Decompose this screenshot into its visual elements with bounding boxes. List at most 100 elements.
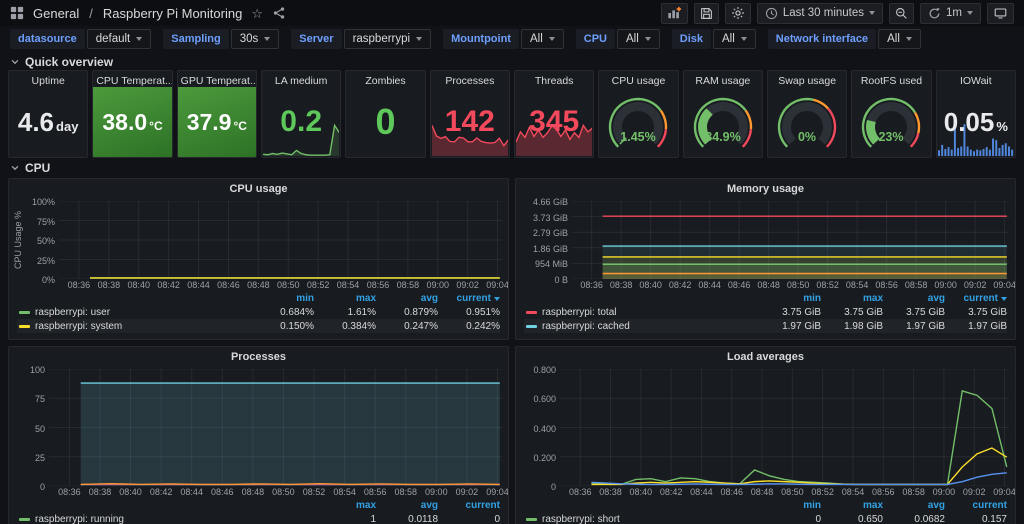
legend-stat-value: 3.75 GiB — [883, 307, 945, 318]
legend-stat-value: 0.951% — [438, 307, 500, 318]
legend-stat-value: 1.97 GiB — [945, 321, 1007, 332]
legend-column-header[interactable]: max — [821, 500, 883, 511]
variable-network-interface: Network interfaceAll — [768, 29, 921, 49]
legend-column-header[interactable]: min — [759, 293, 821, 304]
legend-series-name[interactable]: raspberrypi: system — [35, 321, 252, 332]
x-axis-tick: 08:50 — [277, 280, 300, 290]
stat-panel-title[interactable]: Processes — [431, 71, 509, 87]
variable-value-dropdown[interactable]: default — [87, 29, 152, 49]
y-axis-tick: 0 — [40, 482, 45, 492]
legend-column-header[interactable]: current — [945, 293, 1007, 304]
stat-panel-title[interactable]: Uptime — [9, 71, 87, 87]
stat-panel-title[interactable]: RootFS used — [852, 71, 930, 87]
section-title: CPU — [25, 161, 50, 175]
legend-column-header[interactable]: current — [438, 293, 500, 304]
legend-column-header[interactable]: avg — [883, 293, 945, 304]
star-dashboard-icon[interactable]: ☆ — [251, 7, 263, 20]
tv-kiosk-button[interactable] — [987, 3, 1014, 24]
stat-panel-title[interactable]: Zombies — [346, 71, 424, 87]
x-axis-tick: 08:36 — [569, 487, 592, 497]
variable-label: Server — [291, 29, 341, 49]
stat-panel-title[interactable]: CPU usage — [599, 71, 677, 87]
legend-series-name[interactable]: raspberrypi: short — [542, 514, 759, 524]
stat-panel-title[interactable]: CPU Temperat... — [93, 71, 171, 87]
refresh-picker[interactable]: 1m — [920, 3, 981, 24]
time-range-picker[interactable]: Last 30 minutes — [757, 3, 883, 24]
legend-series-name[interactable]: raspberrypi: total — [542, 307, 759, 318]
variable-value-dropdown[interactable]: All — [617, 29, 660, 49]
panel-title[interactable]: Load averages — [516, 347, 1015, 367]
legend-stat-value: 0.0118 — [376, 514, 438, 524]
section-header-cpu[interactable]: CPU — [0, 158, 1024, 176]
panel-title[interactable]: Processes — [9, 347, 508, 367]
grafana-dashboard: General / Raspberry Pi Monitoring ☆ — [0, 0, 1024, 524]
variable-value-dropdown[interactable]: All — [713, 29, 756, 49]
variable-value-dropdown[interactable]: All — [521, 29, 564, 49]
panel-title[interactable]: Memory usage — [516, 179, 1015, 199]
legend-column-header[interactable]: current — [945, 500, 1007, 511]
stat-panel-title[interactable]: GPU Temperat... — [178, 71, 256, 87]
legend-series-name[interactable]: raspberrypi: cached — [542, 321, 759, 332]
stat-panel-title[interactable]: Swap usage — [768, 71, 846, 87]
y-axis-tick: 0.600 — [533, 394, 556, 404]
zoom-out-button[interactable] — [889, 3, 914, 24]
refresh-icon[interactable] — [928, 7, 941, 20]
legend-column-header[interactable]: avg — [376, 293, 438, 304]
y-axis-tick: 75% — [37, 217, 55, 227]
charts-grid: CPU usageCPU Usage %100%75%50%25%0%08:36… — [8, 178, 1016, 524]
save-dashboard-button[interactable] — [694, 3, 719, 24]
stat-unit: °C — [149, 120, 162, 132]
legend-column-header[interactable]: max — [821, 293, 883, 304]
plot-area[interactable] — [560, 369, 1009, 486]
plot-area[interactable] — [572, 201, 1009, 279]
legend-stat-value: 0.242% — [438, 321, 500, 332]
svg-text:0%: 0% — [798, 130, 816, 144]
stat-panel-title[interactable]: LA medium — [262, 71, 340, 87]
legend-column-header[interactable]: max — [314, 500, 376, 511]
legend-column-header[interactable]: avg — [883, 500, 945, 511]
section-header-quick-overview[interactable]: Quick overview — [0, 52, 1024, 70]
legend-stat-value: 0 — [438, 514, 500, 524]
stat-panel-title[interactable]: Threads — [515, 71, 593, 87]
variable-value-dropdown[interactable]: All — [878, 29, 921, 49]
legend-column-header[interactable]: max — [314, 293, 376, 304]
series-color-swatch[interactable] — [19, 311, 30, 314]
legend-column-header[interactable]: min — [252, 293, 314, 304]
series-color-swatch[interactable] — [19, 325, 30, 328]
series-color-swatch[interactable] — [526, 518, 537, 521]
x-axis-tick: 08:54 — [333, 487, 356, 497]
series-color-swatch[interactable] — [19, 518, 30, 521]
series-color-swatch[interactable] — [526, 325, 537, 328]
x-axis-tick: 08:44 — [698, 280, 721, 290]
stat-panel-title[interactable]: IOWait — [937, 71, 1015, 87]
add-panel-button[interactable] — [661, 3, 688, 24]
legend-series-name[interactable]: raspberrypi: running — [35, 514, 314, 524]
legend-column-header[interactable]: current — [438, 500, 500, 511]
legend-series-name[interactable]: raspberrypi: user — [35, 307, 252, 318]
x-axis-tick: 09:04 — [993, 487, 1016, 497]
refresh-interval-value[interactable]: 1m — [946, 7, 962, 19]
series-color-swatch[interactable] — [526, 311, 537, 314]
variable-value-dropdown[interactable]: 30s — [231, 29, 280, 49]
variable-value-text: All — [722, 33, 735, 45]
dashboard-settings-button[interactable] — [725, 3, 751, 24]
share-dashboard-icon[interactable] — [272, 6, 286, 20]
y-axis-tick: 3.73 GiB — [533, 213, 568, 223]
breadcrumb-section[interactable]: General — [33, 6, 79, 21]
template-variables-bar: datasourcedefaultSampling30sServerraspbe… — [0, 26, 1024, 52]
x-axis-tick: 08:58 — [397, 280, 420, 290]
plot-area[interactable] — [59, 201, 502, 279]
plot-area[interactable] — [49, 369, 502, 486]
breadcrumb-title[interactable]: Raspberry Pi Monitoring — [103, 6, 242, 21]
variable-value-text: 30s — [240, 33, 259, 45]
legend-stat-value: 0.684% — [252, 307, 314, 318]
chevron-down-icon — [416, 37, 422, 41]
stat-panel-title[interactable]: RAM usage — [684, 71, 762, 87]
legend-column-header[interactable]: min — [759, 500, 821, 511]
panel-title[interactable]: CPU usage — [9, 179, 508, 199]
legend-column-header[interactable]: avg — [376, 500, 438, 511]
x-axis-tick: 08:36 — [58, 487, 81, 497]
dashboards-grid-icon[interactable] — [10, 6, 24, 20]
variable-value-dropdown[interactable]: raspberrypi — [344, 29, 432, 49]
x-axis-tick: 08:38 — [98, 280, 121, 290]
